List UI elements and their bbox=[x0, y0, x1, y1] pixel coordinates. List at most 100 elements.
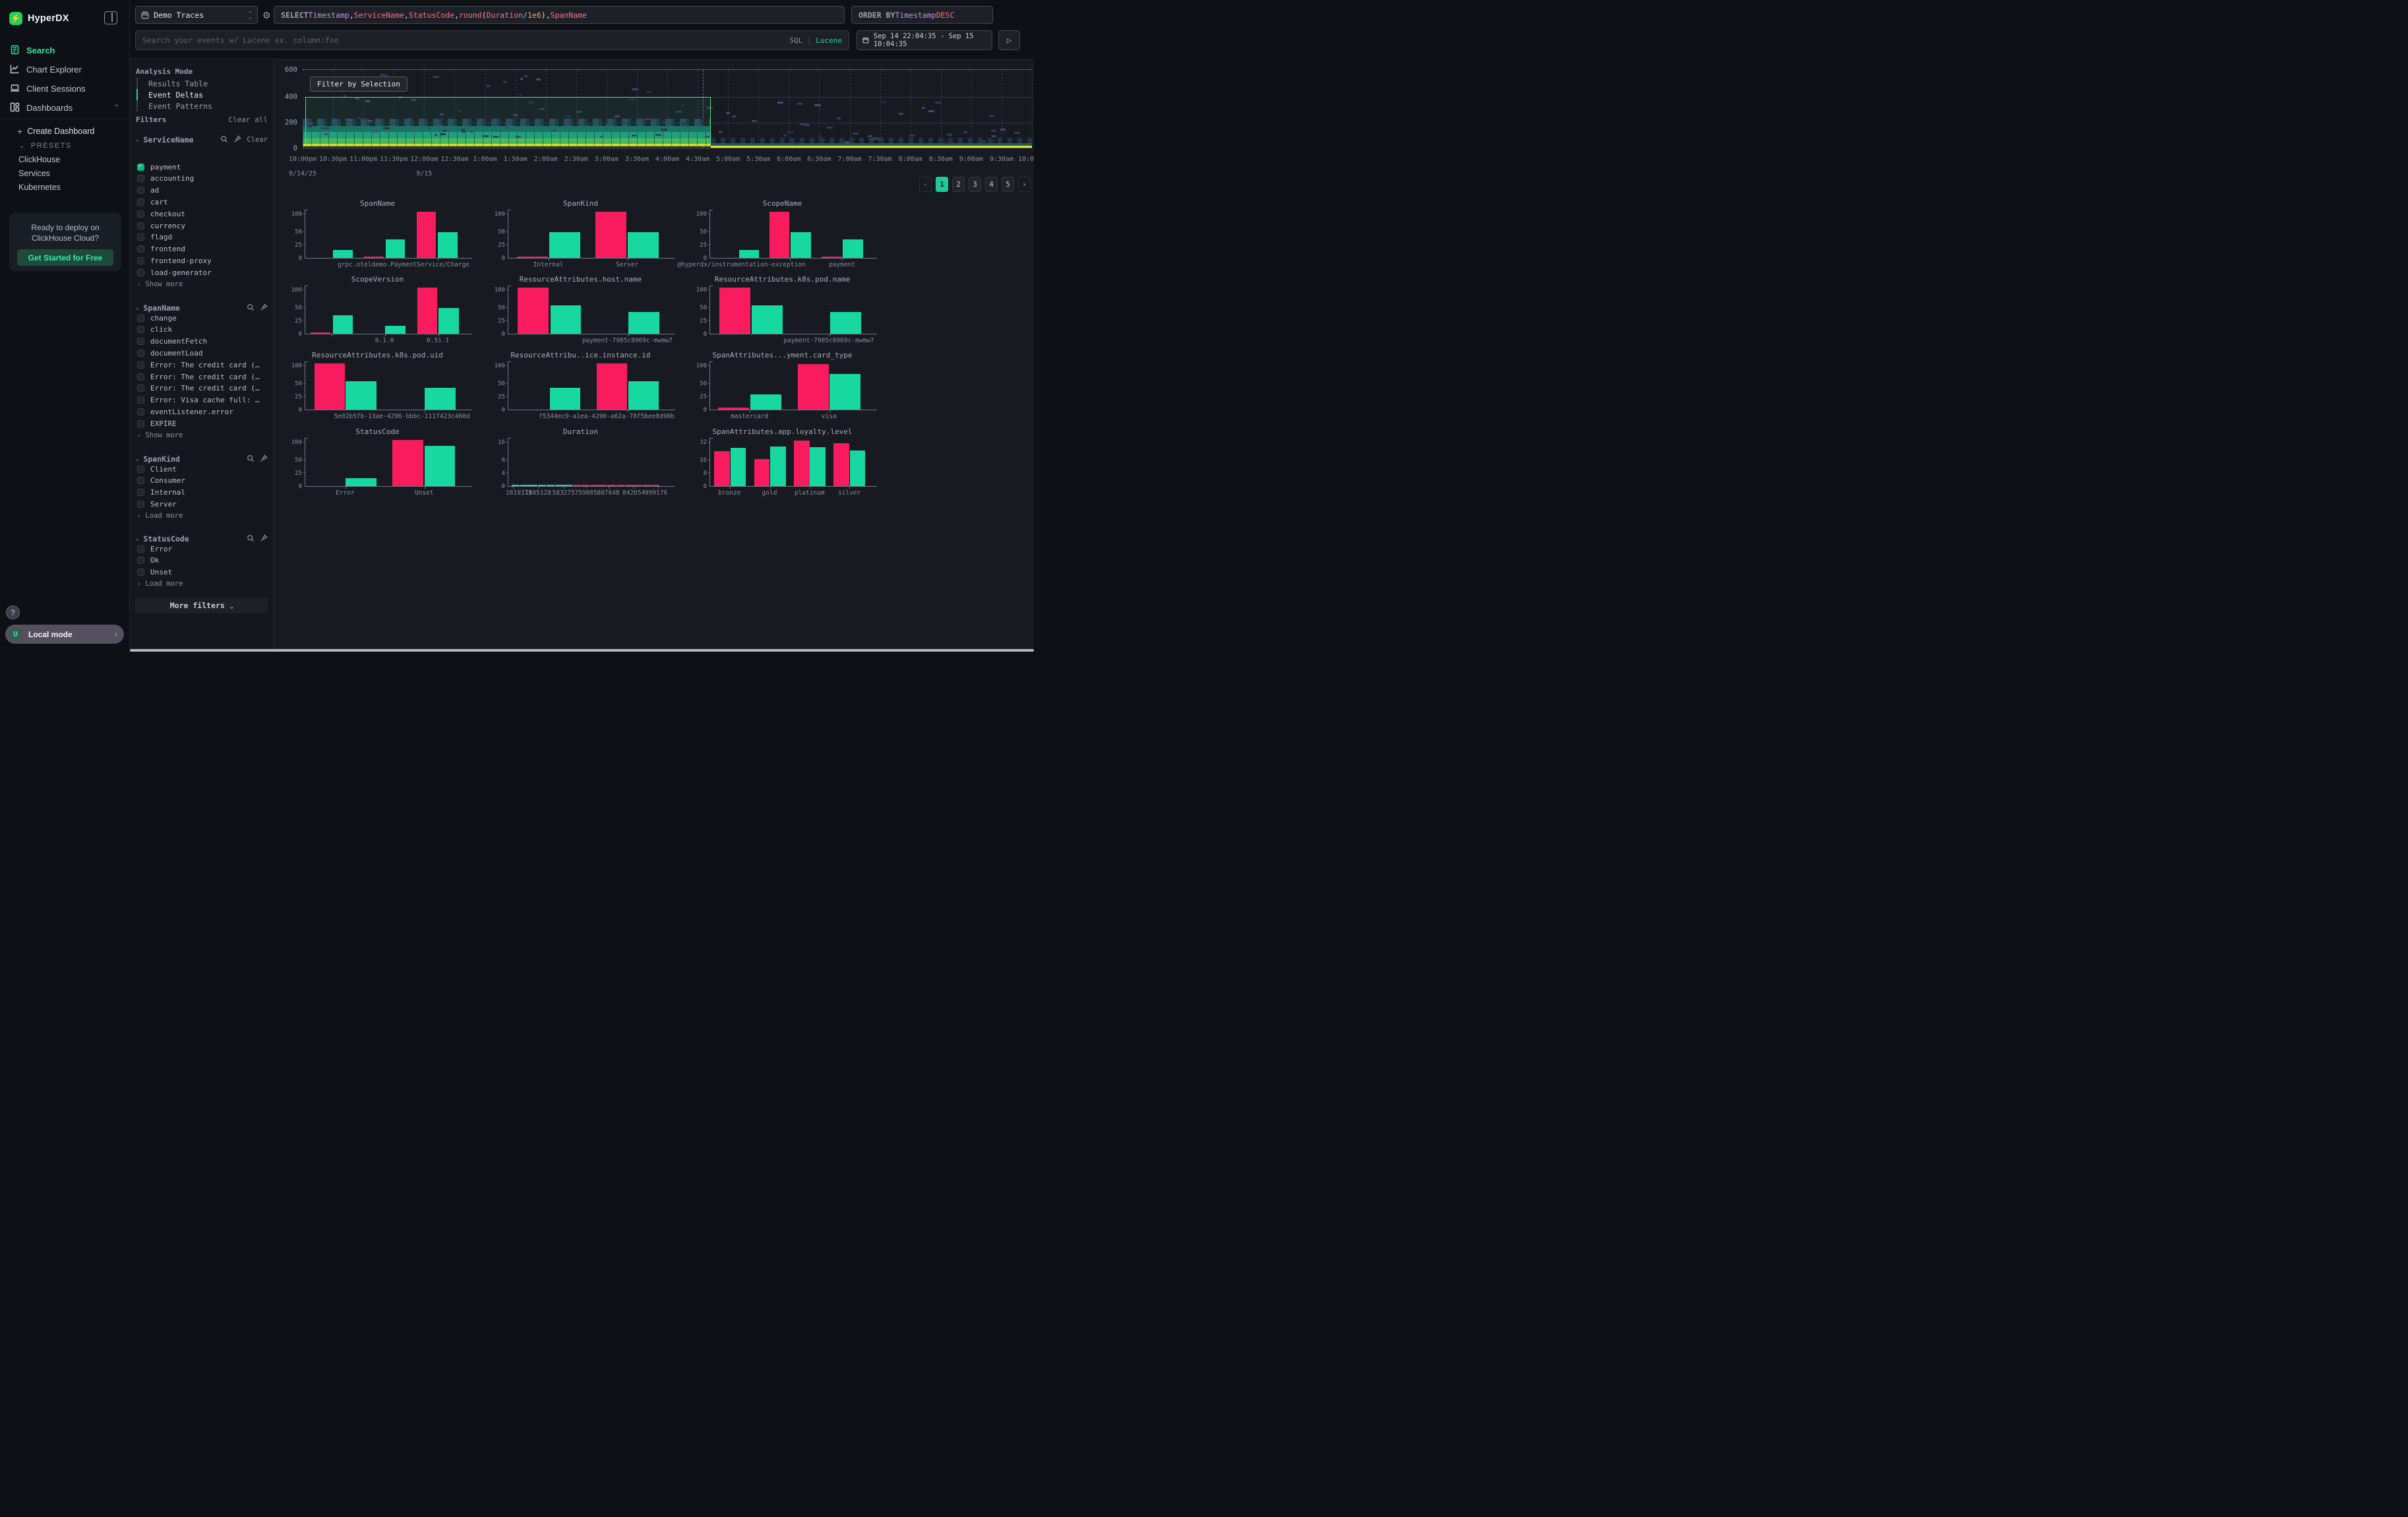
filter-group-name[interactable]: SpanName bbox=[143, 303, 179, 313]
filter-checkbox-servicename-8[interactable]: frontend-proxy bbox=[137, 255, 266, 266]
sidebar-item-client-sessions[interactable]: Client Sessions bbox=[0, 79, 130, 98]
filter-checkbox-servicename-7[interactable]: frontend bbox=[137, 244, 266, 255]
collapse-sidebar-icon[interactable] bbox=[104, 11, 117, 24]
more-filters-button[interactable]: More filters⌄ bbox=[135, 598, 268, 613]
checkbox-unchecked[interactable] bbox=[137, 257, 144, 264]
show-more-button[interactable]: ›Show more bbox=[137, 280, 183, 288]
preset-link-kubernetes[interactable]: Kubernetes bbox=[0, 180, 130, 194]
checkbox-unchecked[interactable] bbox=[137, 420, 144, 427]
prev-page-button[interactable]: ‹ bbox=[919, 177, 932, 192]
filter-checkbox-statuscode-2[interactable]: Unset bbox=[137, 567, 266, 578]
page-button-3[interactable]: 3 bbox=[969, 177, 981, 192]
filter-checkbox-spanname-9[interactable]: EXPIRE bbox=[137, 418, 266, 429]
checkbox-unchecked[interactable] bbox=[137, 210, 144, 218]
filter-checkbox-servicename-9[interactable]: load-generator bbox=[137, 267, 266, 278]
source-select[interactable]: Demo Traces ⌃⌄ bbox=[135, 6, 258, 24]
checkbox-checked[interactable] bbox=[137, 164, 144, 171]
analysis-mode-results-table[interactable]: Results Table bbox=[136, 78, 268, 89]
filter-checkbox-servicename-5[interactable]: currency bbox=[137, 220, 266, 231]
checkbox-unchecked[interactable] bbox=[137, 269, 144, 276]
preset-link-services[interactable]: Services bbox=[0, 166, 130, 180]
filter-group-name[interactable]: ServiceName bbox=[143, 135, 193, 144]
checkbox-unchecked[interactable] bbox=[137, 326, 144, 333]
mini-chart-resourceattributes-k8s-pod-uid[interactable]: ResourceAttributes.k8s.pod.uid025501005e… bbox=[291, 351, 464, 425]
page-button-4[interactable]: 4 bbox=[985, 177, 998, 192]
mini-chart-spankind[interactable]: SpanKind02550100InternalServer bbox=[494, 199, 667, 273]
date-range-picker[interactable]: Sep 14 22:04:35 - Sep 15 10:04:35 bbox=[857, 30, 992, 50]
checkbox-unchecked[interactable] bbox=[137, 489, 144, 496]
checkbox-unchecked[interactable] bbox=[137, 350, 144, 357]
filter-group-name[interactable]: StatusCode bbox=[143, 534, 189, 543]
mini-chart-scopename[interactable]: ScopeName02550100@hyperdx/instrumentatio… bbox=[696, 199, 869, 273]
filter-checkbox-spankind-1[interactable]: Consumer bbox=[137, 476, 266, 486]
heatmap-selection[interactable] bbox=[305, 97, 711, 146]
filter-checkbox-servicename-6[interactable]: flagd bbox=[137, 232, 266, 243]
analysis-mode-event-patterns[interactable]: Event Patterns bbox=[136, 100, 268, 111]
filter-checkbox-statuscode-0[interactable]: Error bbox=[137, 543, 266, 554]
user-menu[interactable]: U Local mode › bbox=[5, 625, 124, 644]
filter-checkbox-servicename-2[interactable]: ad bbox=[137, 185, 266, 196]
filter-checkbox-spanname-7[interactable]: Error: Visa cache full: … bbox=[137, 395, 266, 406]
help-button[interactable]: ? bbox=[6, 605, 20, 619]
filter-checkbox-servicename-0[interactable]: payment bbox=[137, 162, 266, 172]
checkbox-unchecked[interactable] bbox=[137, 466, 144, 473]
checkbox-unchecked[interactable] bbox=[137, 569, 144, 576]
preset-link-clickhouse[interactable]: ClickHouse bbox=[0, 152, 130, 166]
filter-group-name[interactable]: SpanKind bbox=[143, 454, 179, 464]
mini-chart-spanname[interactable]: SpanName02550100grpc.oteldemo.PaymentSer… bbox=[291, 199, 464, 273]
pin-icon[interactable] bbox=[233, 133, 241, 146]
checkbox-unchecked[interactable] bbox=[137, 175, 144, 182]
checkbox-unchecked[interactable] bbox=[137, 396, 144, 404]
checkbox-unchecked[interactable] bbox=[137, 373, 144, 381]
mini-chart-resourceattribu-ice-instance-id[interactable]: ResourceAttribu..ice.instance.id02550100… bbox=[494, 351, 667, 425]
order-by-input[interactable]: ORDER BY Timestamp DESC bbox=[851, 6, 993, 24]
get-started-button[interactable]: Get Started for Free bbox=[17, 249, 113, 266]
page-button-1[interactable]: 1 bbox=[936, 177, 948, 192]
search-icon[interactable] bbox=[220, 133, 228, 146]
mini-chart-statuscode[interactable]: StatusCode02550100ErrorUnset bbox=[291, 427, 464, 501]
filter-checkbox-spanname-3[interactable]: documentLoad bbox=[137, 348, 266, 358]
clear-group-button[interactable]: Clear bbox=[247, 136, 268, 144]
checkbox-unchecked[interactable] bbox=[137, 477, 144, 484]
load-more-button[interactable]: ›Load more bbox=[137, 512, 183, 520]
create-dashboard-button[interactable]: + Create Dashboard bbox=[0, 124, 130, 138]
language-toggle[interactable]: SQL | Lucene bbox=[790, 36, 843, 45]
filter-checkbox-servicename-3[interactable]: cart bbox=[137, 197, 266, 207]
filter-checkbox-spanname-2[interactable]: documentFetch bbox=[137, 336, 266, 347]
filter-checkbox-spankind-3[interactable]: Server bbox=[137, 499, 266, 509]
filter-checkbox-spanname-8[interactable]: eventListener.error bbox=[137, 406, 266, 417]
page-button-5[interactable]: 5 bbox=[1002, 177, 1014, 192]
filter-checkbox-spanname-0[interactable]: change bbox=[137, 313, 266, 323]
filter-checkbox-spankind-2[interactable]: Internal bbox=[137, 487, 266, 498]
filter-checkbox-servicename-1[interactable]: accounting bbox=[137, 173, 266, 184]
filter-checkbox-spanname-5[interactable]: Error: The credit card (… bbox=[137, 371, 266, 382]
mini-chart-resourceattributes-host-name[interactable]: ResourceAttributes.host.name02550100paym… bbox=[494, 275, 667, 349]
checkbox-unchecked[interactable] bbox=[137, 361, 144, 369]
checkbox-unchecked[interactable] bbox=[137, 245, 144, 253]
mini-chart-duration[interactable]: Duration04816101937514051285832757590858… bbox=[494, 427, 667, 501]
checkbox-unchecked[interactable] bbox=[137, 408, 144, 416]
filter-checkbox-servicename-4[interactable]: checkout bbox=[137, 208, 266, 219]
checkbox-unchecked[interactable] bbox=[137, 385, 144, 392]
next-page-button[interactable]: › bbox=[1018, 177, 1031, 192]
checkbox-unchecked[interactable] bbox=[137, 233, 144, 241]
filter-checkbox-spanname-4[interactable]: Error: The credit card (… bbox=[137, 359, 266, 370]
clear-all-button[interactable]: Clear all bbox=[228, 115, 268, 124]
load-more-button[interactable]: ›Load more bbox=[137, 580, 183, 588]
presets-toggle[interactable]: ⌄ PRESETS bbox=[0, 139, 130, 152]
sidebar-item-dashboards[interactable]: Dashboards⌃ bbox=[0, 98, 130, 117]
mini-chart-spanattributes-yment-card-type[interactable]: SpanAttributes...yment.card_type02550100… bbox=[696, 351, 869, 425]
mini-chart-resourceattributes-k8s-pod-name[interactable]: ResourceAttributes.k8s.pod.name02550100p… bbox=[696, 275, 869, 349]
filter-checkbox-spankind-0[interactable]: Client bbox=[137, 464, 266, 474]
gear-icon[interactable]: ⚙ bbox=[262, 10, 271, 21]
horizontal-scrollbar[interactable] bbox=[130, 649, 1034, 652]
duration-heatmap[interactable] bbox=[303, 69, 1032, 148]
sql-select-input[interactable]: SELECT Timestamp, ServiceName, StatusCod… bbox=[274, 6, 845, 24]
sidebar-item-chart-explorer[interactable]: Chart Explorer bbox=[0, 60, 130, 79]
checkbox-unchecked[interactable] bbox=[137, 557, 144, 564]
run-query-button[interactable]: ▷ bbox=[998, 30, 1020, 50]
filter-checkbox-spanname-1[interactable]: click bbox=[137, 325, 266, 335]
checkbox-unchecked[interactable] bbox=[137, 187, 144, 194]
show-more-button[interactable]: ›Show more bbox=[137, 431, 183, 439]
page-button-2[interactable]: 2 bbox=[952, 177, 965, 192]
